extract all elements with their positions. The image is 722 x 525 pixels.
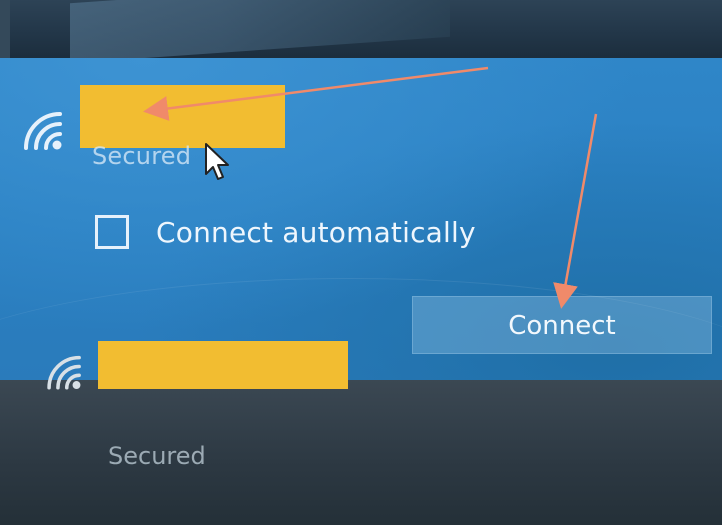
annotation-arrow-to-connect [553,113,598,309]
annotation-arrows [143,66,598,309]
annotation-arrow-to-name [143,66,489,121]
